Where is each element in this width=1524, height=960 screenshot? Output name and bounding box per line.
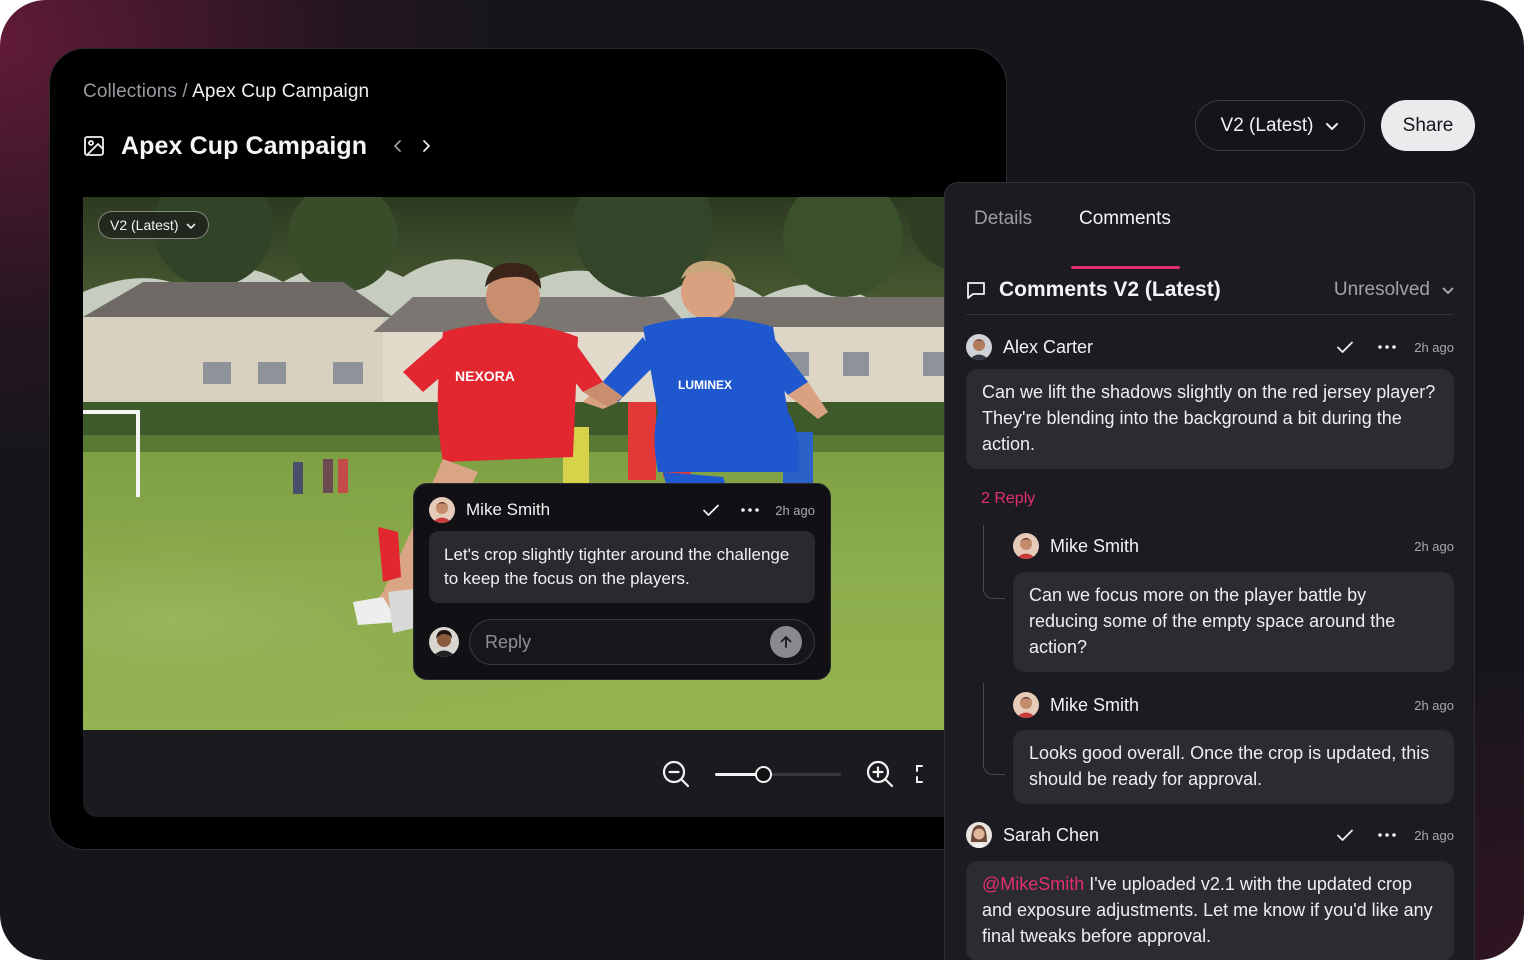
soccer-photo[interactable]: LUMINEX NEXORA V2 (Latest) Mike Smith 2h… xyxy=(83,197,1006,730)
version-select-label: V2 (Latest) xyxy=(1220,114,1314,136)
asset-editor: Collections / Apex Cup Campaign Apex Cup… xyxy=(49,48,1007,850)
tab-details[interactable]: Details xyxy=(974,208,1079,246)
reply-header: Mike Smith 2h ago xyxy=(1013,532,1454,560)
thread-connector xyxy=(983,683,1005,775)
image-version-label: V2 (Latest) xyxy=(110,217,179,233)
zoom-slider[interactable] xyxy=(715,764,841,784)
resolve-check-icon[interactable] xyxy=(1334,336,1356,358)
popover-time: 2h ago xyxy=(775,502,815,518)
avatar xyxy=(1013,692,1039,718)
comments-heading: Comments V2 (Latest) xyxy=(999,278,1221,301)
image-icon xyxy=(82,134,106,158)
more-options-icon[interactable] xyxy=(739,499,761,521)
thread-connector xyxy=(983,525,1005,599)
jersey-red-text: NEXORA xyxy=(455,368,515,384)
chevron-down-icon xyxy=(1325,115,1339,137)
asset-title-row: Apex Cup Campaign xyxy=(82,131,433,161)
breadcrumb-separator: / xyxy=(182,81,188,102)
popover-reply-row xyxy=(429,619,815,665)
version-select[interactable]: V2 (Latest) xyxy=(1195,100,1365,151)
comment-header: Sarah Chen 2h ago xyxy=(966,821,1454,849)
share-button[interactable]: Share xyxy=(1381,100,1475,151)
tab-comments[interactable]: Comments xyxy=(1071,208,1180,269)
page-title: Apex Cup Campaign xyxy=(121,131,368,160)
popover-header: Mike Smith 2h ago xyxy=(429,497,815,523)
app-stage: Collections / Apex Cup Campaign Apex Cup… xyxy=(0,0,1524,960)
reply-field[interactable] xyxy=(469,619,815,665)
comments-panel: Details Comments Comments V2 (Latest) Un… xyxy=(944,182,1475,960)
mention-link[interactable]: @MikeSmith xyxy=(982,874,1084,894)
zoom-in-icon[interactable] xyxy=(863,757,897,791)
chevron-left-icon[interactable] xyxy=(391,139,405,153)
comments-header: Comments V2 (Latest) Unresolved xyxy=(966,275,1454,305)
chevron-right-icon[interactable] xyxy=(419,139,433,153)
avatar xyxy=(966,334,992,360)
popover-comment-text: Let's crop slightly tighter around the c… xyxy=(429,531,815,603)
zoom-out-icon[interactable] xyxy=(659,757,693,791)
comment-filter-dropdown[interactable]: Unresolved xyxy=(1334,279,1454,301)
avatar xyxy=(966,822,992,848)
breadcrumb-collections-link[interactable]: Collections xyxy=(83,81,177,102)
comment-popover: Mike Smith 2h ago Let's crop slightly ti… xyxy=(413,483,831,680)
comment-bubble-icon xyxy=(966,279,988,301)
resolve-check-icon[interactable] xyxy=(1334,824,1356,846)
zoom-controls xyxy=(659,757,945,791)
comment-header: Alex Carter 2h ago xyxy=(966,333,1454,361)
breadcrumb-current: Apex Cup Campaign xyxy=(192,81,370,102)
avatar xyxy=(429,497,455,523)
avatar xyxy=(429,627,459,657)
chevron-down-icon xyxy=(1442,279,1454,301)
reply-count-link[interactable]: 2 Reply xyxy=(981,490,1035,508)
more-options-icon[interactable] xyxy=(1376,824,1398,846)
fit-screen-icon[interactable] xyxy=(915,759,945,789)
reply-input[interactable] xyxy=(485,631,770,653)
avatar xyxy=(1013,533,1039,559)
reply-author: Mike Smith xyxy=(1050,694,1140,715)
image-viewer: LUMINEX NEXORA V2 (Latest) Mike Smith 2h… xyxy=(83,197,1006,817)
breadcrumb: Collections / Apex Cup Campaign xyxy=(83,81,369,103)
resolve-check-icon[interactable] xyxy=(700,499,722,521)
reply-text: Looks good overall. Once the crop is upd… xyxy=(1013,730,1454,804)
image-version-pill[interactable]: V2 (Latest) xyxy=(98,211,210,239)
popover-author: Mike Smith xyxy=(466,500,551,519)
comment-text: Can we lift the shadows slightly on the … xyxy=(966,369,1454,469)
panel-tabs: Details Comments xyxy=(974,208,1180,269)
send-arrow-up-icon[interactable] xyxy=(770,626,802,658)
comment-filter-label: Unresolved xyxy=(1333,279,1430,300)
reply-time: 2h ago xyxy=(1414,538,1454,554)
reply-header: Mike Smith 2h ago xyxy=(1013,691,1454,719)
zoom-slider-handle[interactable] xyxy=(754,766,772,783)
comment-text: @MikeSmith I've uploaded v2.1 with the u… xyxy=(966,861,1454,960)
reply-time: 2h ago xyxy=(1414,697,1454,713)
reply-text: Can we focus more on the player battle b… xyxy=(1013,572,1454,672)
reply-author: Mike Smith xyxy=(1050,535,1140,556)
comment-author: Sarah Chen xyxy=(1003,824,1100,845)
comment-author: Alex Carter xyxy=(1003,336,1094,357)
comment-time: 2h ago xyxy=(1414,339,1454,355)
jersey-blue-text: LUMINEX xyxy=(678,378,732,392)
chevron-down-icon xyxy=(186,217,196,233)
comment-time: 2h ago xyxy=(1414,827,1454,843)
header-divider xyxy=(966,314,1454,315)
asset-nav xyxy=(391,139,433,153)
more-options-icon[interactable] xyxy=(1376,336,1398,358)
